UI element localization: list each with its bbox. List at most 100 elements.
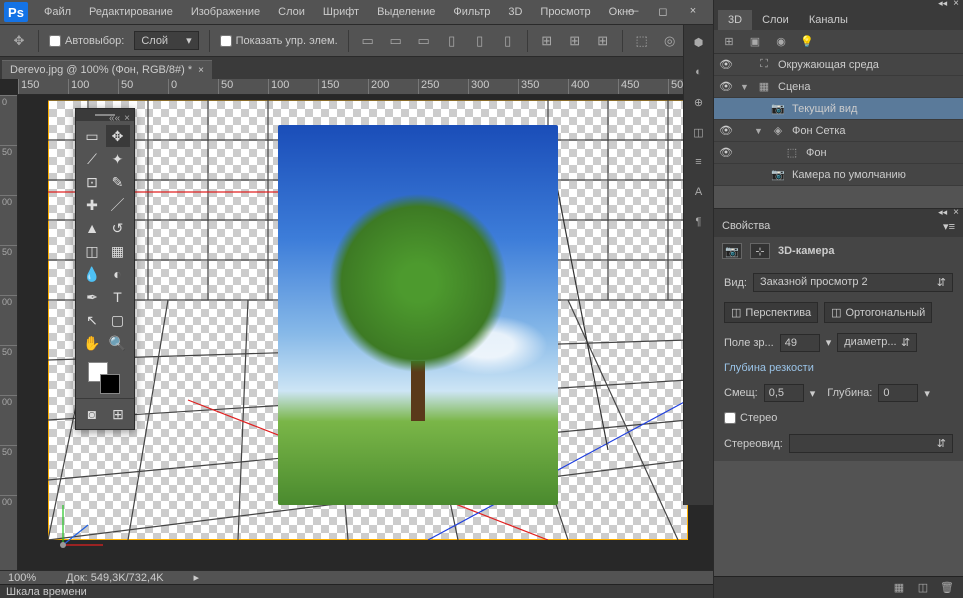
align-icon[interactable]: ▯ (471, 32, 489, 50)
background-color[interactable] (100, 374, 120, 394)
menu-edit[interactable]: Редактирование (81, 3, 181, 21)
marquee-tool[interactable]: ▭ (80, 125, 104, 147)
visibility-icon[interactable]: 👁 (718, 58, 734, 71)
minimize-button[interactable]: — (619, 2, 647, 20)
menu-layers[interactable]: Слои (270, 3, 313, 21)
type-tool[interactable]: T (106, 286, 130, 308)
fov-stepper[interactable]: ▾ (826, 336, 832, 349)
dock-icon[interactable]: ¶ (688, 211, 710, 233)
visibility-icon[interactable]: 👁 (718, 146, 734, 159)
dock-icon[interactable]: ≡ (688, 151, 710, 173)
hand-tool[interactable]: ✋ (80, 332, 104, 354)
distribute-icon[interactable]: ⊞ (566, 32, 584, 50)
panel-menu-icon[interactable]: ▾≡ (943, 220, 955, 233)
fov-input[interactable] (780, 334, 820, 352)
tab-layers[interactable]: Слои (752, 10, 799, 30)
history-brush-tool[interactable]: ↺ (106, 217, 130, 239)
screenmode-toggle[interactable]: ⊞ (106, 403, 130, 425)
zoom-level[interactable]: 100% (8, 572, 36, 584)
align-icon[interactable]: ▭ (415, 32, 433, 50)
scene-row-bg[interactable]: 👁⬚Фон (714, 142, 963, 164)
menu-select[interactable]: Выделение (369, 3, 443, 21)
shape-tool[interactable]: ▢ (106, 309, 130, 331)
menu-3d[interactable]: 3D (500, 3, 530, 21)
eyedropper-tool[interactable]: ✎ (106, 171, 130, 193)
close-button[interactable]: × (679, 2, 707, 20)
status-arrow-icon[interactable]: ▸ (194, 571, 200, 584)
menu-view[interactable]: Просмотр (532, 3, 598, 21)
dodge-tool[interactable]: ◐ (106, 263, 130, 285)
fov-unit-dropdown[interactable]: диаметр...⇵ (837, 333, 917, 352)
view-dropdown[interactable]: Заказной просмотр 2⇵ (753, 273, 953, 292)
dock-icon[interactable]: ⊕ (688, 91, 710, 113)
wand-tool[interactable]: ✦ (106, 148, 130, 170)
distribute-icon[interactable]: ⊞ (538, 32, 556, 50)
dock-icon[interactable]: ⬢ (688, 31, 710, 53)
crop-tool[interactable]: ⊡ (80, 171, 104, 193)
dock-icon[interactable]: ◐ (688, 61, 710, 83)
filter-material-icon[interactable]: ◉ (772, 33, 790, 51)
scene-row-mesh[interactable]: 👁▼◈Фон Сетка (714, 120, 963, 142)
quickmask-toggle[interactable]: ◙ (80, 403, 104, 425)
tab-3d[interactable]: 3D (718, 10, 752, 30)
dock-icon[interactable]: A (688, 181, 710, 203)
blur-tool[interactable]: 💧 (80, 263, 104, 285)
orthogonal-toggle[interactable]: ◫Ортогональный (824, 302, 932, 323)
align-icon[interactable]: ▯ (443, 32, 461, 50)
scene-row-environment[interactable]: 👁⛶Окружающая среда (714, 54, 963, 76)
timeline-panel[interactable]: Шкала времени (0, 584, 713, 598)
collapse-icon[interactable]: ◂◂ (938, 0, 947, 9)
menu-file[interactable]: Файл (36, 3, 79, 21)
filter-all-icon[interactable]: ⊞ (720, 33, 738, 51)
lasso-tool[interactable]: ⟋ (80, 148, 104, 170)
move-tool[interactable]: ✥ (106, 125, 130, 147)
show-controls-checkbox[interactable]: Показать упр. элем. (220, 35, 338, 47)
path-tool[interactable]: ↖ (80, 309, 104, 331)
align-icon[interactable]: ▯ (499, 32, 517, 50)
3d-mode-icon[interactable]: ⬚ (633, 32, 651, 50)
close-tab-icon[interactable]: × (198, 65, 204, 76)
3d-axis-widget[interactable] (53, 495, 113, 555)
collapse-icon[interactable]: ◂◂ (938, 207, 947, 218)
zoom-tool[interactable]: 🔍 (106, 332, 130, 354)
maximize-button[interactable]: ◻ (649, 2, 677, 20)
scene-row-current-view[interactable]: 📷Текущий вид (714, 98, 963, 120)
align-icon[interactable]: ▭ (359, 32, 377, 50)
stamp-tool[interactable]: ▲ (80, 217, 104, 239)
stereo-checkbox[interactable]: Стерео (724, 412, 953, 424)
menu-type[interactable]: Шрифт (315, 3, 367, 21)
scene-row-scene[interactable]: 👁▼▦Сцена (714, 76, 963, 98)
menu-image[interactable]: Изображение (183, 3, 268, 21)
delete-icon[interactable]: 🗑 (939, 580, 955, 596)
visibility-icon[interactable]: 👁 (718, 124, 734, 137)
healing-tool[interactable]: ✚ (80, 194, 104, 216)
autoselect-checkbox[interactable]: Автовыбор: (49, 35, 124, 47)
toolbox-close-icon[interactable]: × (124, 113, 130, 124)
toolbox-collapse-icon[interactable]: «« (109, 113, 120, 124)
brush-tool[interactable]: ／ (106, 194, 130, 216)
depth-stepper[interactable]: ▾ (924, 387, 930, 400)
coords-icon[interactable]: ⊹ (750, 243, 770, 259)
gradient-tool[interactable]: ▦ (106, 240, 130, 262)
distribute-icon[interactable]: ⊞ (594, 32, 612, 50)
offset-input[interactable] (764, 384, 804, 402)
render-icon[interactable]: ▦ (891, 580, 907, 596)
filter-light-icon[interactable]: 💡 (798, 33, 816, 51)
align-icon[interactable]: ▭ (387, 32, 405, 50)
color-swatches[interactable] (76, 358, 134, 398)
close-icon[interactable]: × (953, 207, 959, 218)
depth-input[interactable] (878, 384, 918, 402)
offset-stepper[interactable]: ▾ (810, 387, 816, 400)
pen-tool[interactable]: ✒ (80, 286, 104, 308)
filter-mesh-icon[interactable]: ▣ (746, 33, 764, 51)
visibility-icon[interactable]: 👁 (718, 80, 734, 93)
eraser-tool[interactable]: ◫ (80, 240, 104, 262)
menu-filter[interactable]: Фильтр (445, 3, 498, 21)
autoselect-target-dropdown[interactable]: Слой▾ (134, 31, 198, 50)
close-icon[interactable]: × (953, 0, 959, 9)
dock-icon[interactable]: ◫ (688, 121, 710, 143)
tab-channels[interactable]: Каналы (799, 10, 858, 30)
document-tab[interactable]: Derevo.jpg @ 100% (Фон, RGB/8#) * × (2, 60, 212, 79)
3d-mode-icon[interactable]: ◎ (661, 32, 679, 50)
new-icon[interactable]: ◫ (915, 580, 931, 596)
